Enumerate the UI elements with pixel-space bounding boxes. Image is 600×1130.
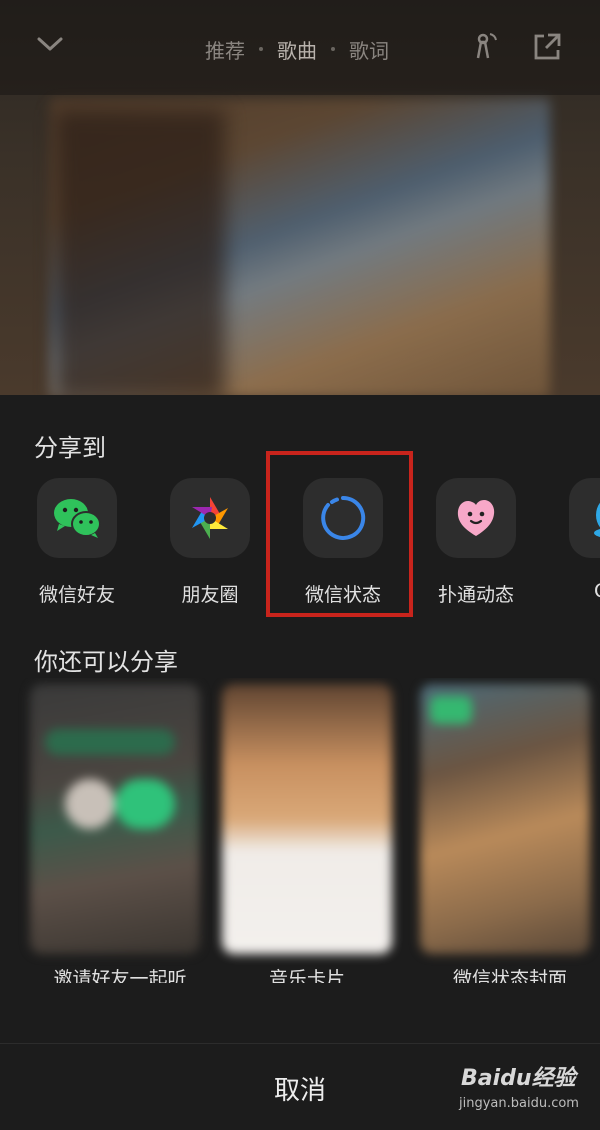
wechat-icon	[37, 478, 117, 558]
share-label-qq: QQ	[559, 580, 600, 602]
share-label-putong: 扑通动态	[437, 584, 514, 606]
tab-lyrics[interactable]: 歌词	[339, 35, 399, 64]
tab-recommend[interactable]: 推荐	[195, 35, 255, 64]
moments-icon	[170, 478, 250, 558]
share-qq[interactable]: QQ	[559, 478, 600, 602]
share-label-wechat-friend: 微信好友	[38, 584, 115, 606]
share-label-moments: 朋友圈	[181, 584, 239, 606]
card-music-card[interactable]	[222, 684, 392, 954]
album-art-shadow	[55, 110, 225, 395]
avatar	[65, 779, 115, 829]
card-status-cover[interactable]	[420, 684, 590, 954]
share-title: 分享到	[34, 434, 106, 462]
divider	[0, 1043, 600, 1044]
watermark-url: jingyan.baidu.com	[459, 1096, 579, 1111]
watermark-brand: Baidu经验	[461, 1066, 576, 1091]
tab-separator	[331, 47, 335, 51]
card-label-invite: 邀请好友一起听	[53, 968, 187, 983]
tab-song[interactable]: 歌曲	[267, 35, 327, 64]
share-moments[interactable]: 朋友圈	[160, 478, 260, 607]
chevron-down-icon[interactable]	[36, 30, 64, 58]
card-label-music-card: 音乐卡片	[268, 968, 345, 983]
share-icon[interactable]	[530, 30, 564, 64]
card-button-shape	[45, 729, 175, 755]
share-cards: 邀请好友一起听 音乐卡片 微信状态封面	[0, 678, 600, 983]
share-putong[interactable]: 扑通动态	[426, 478, 526, 607]
qq-icon	[569, 478, 600, 558]
cast-icon[interactable]	[466, 30, 500, 64]
putong-icon	[436, 478, 516, 558]
share-wechat-friend[interactable]: 微信好友	[27, 478, 127, 607]
player-tabs: 推荐 歌曲 歌词	[195, 34, 399, 64]
card-invite-friend[interactable]	[30, 684, 200, 954]
status-badge	[430, 696, 472, 724]
watermark: Baidu经验 jingyan.baidu.com	[455, 1060, 595, 1120]
highlight-box	[266, 451, 413, 617]
more-share-title: 你还可以分享	[34, 648, 178, 676]
tab-separator	[259, 47, 263, 51]
avatar	[115, 779, 175, 829]
card-label-status-cover: 微信状态封面	[452, 968, 567, 983]
